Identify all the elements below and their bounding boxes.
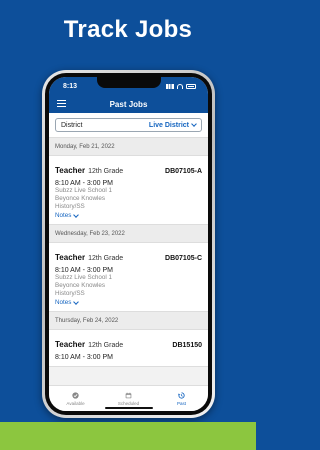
app-header: Past Jobs [49, 95, 208, 113]
chevron-down-icon [73, 211, 80, 218]
footer-band [0, 422, 256, 450]
bottom-nav: Available Scheduled Past [49, 385, 208, 411]
job-person: Beyonce Knowles [55, 195, 106, 202]
notes-toggle[interactable]: Notes [55, 298, 202, 306]
filter-row: District Live District [49, 113, 208, 138]
check-circle-icon [72, 391, 79, 399]
date-header: Monday, Feb 21, 2022 [49, 138, 208, 156]
job-card[interactable]: Teacher 12th Grade DB15150 8:10 AM - 3:00… [49, 330, 208, 367]
district-value-text: Live District [148, 121, 189, 129]
district-label: District [61, 121, 83, 129]
page-title: Past Jobs [109, 99, 148, 109]
job-id: DB07105-C [165, 255, 202, 262]
nav-past[interactable]: Past [162, 391, 202, 406]
job-time: 8:10 AM - 3:00 PM [55, 267, 113, 274]
district-value: Live District [148, 121, 197, 129]
job-grade: 12th Grade [88, 255, 124, 262]
battery-icon [186, 83, 196, 89]
wifi-icon [177, 83, 183, 89]
signal-icon [166, 83, 174, 89]
home-indicator [104, 407, 153, 409]
notes-label: Notes [55, 299, 72, 306]
job-card[interactable]: Teacher 12th Grade DB07105-A 8:10 AM - 3:… [49, 156, 208, 225]
headline: Track Jobs [63, 16, 193, 43]
job-subject: History/SS [55, 290, 85, 297]
job-title: Teacher [55, 166, 86, 175]
nav-available[interactable]: Available [56, 391, 96, 406]
phone-screen: 8:13 Past Jobs District Live District Mo… [49, 77, 208, 411]
date-header: Wednesday, Feb 23, 2022 [49, 225, 208, 243]
job-id: DB07105-A [165, 168, 202, 175]
job-person: Beyonce Knowles [55, 282, 106, 289]
job-id: DB15150 [172, 342, 202, 349]
job-time: 8:10 AM - 3:00 PM [55, 180, 113, 187]
job-school: Subzz Live School 1 [55, 187, 113, 194]
job-grade: 12th Grade [88, 168, 124, 175]
nav-label: Available [66, 400, 85, 406]
date-header: Thursday, Feb 24, 2022 [49, 312, 208, 330]
notes-label: Notes [55, 212, 72, 219]
calendar-icon [125, 392, 132, 398]
notes-toggle[interactable]: Notes [55, 211, 202, 219]
chevron-down-icon [73, 298, 80, 305]
job-title: Teacher [55, 340, 86, 349]
status-time: 8:13 [63, 82, 78, 90]
job-title: Teacher [55, 253, 86, 262]
district-select[interactable]: District Live District [55, 118, 202, 132]
job-grade: 12th Grade [88, 342, 124, 349]
job-school: Subzz Live School 1 [55, 274, 113, 281]
phone-notch [96, 77, 161, 88]
nav-label: Scheduled [117, 400, 140, 406]
chevron-down-icon [191, 121, 197, 127]
nav-scheduled[interactable]: Scheduled [109, 392, 149, 406]
job-card[interactable]: Teacher 12th Grade DB07105-C 8:10 AM - 3:… [49, 243, 208, 312]
nav-label: Past [176, 400, 186, 406]
status-icons [166, 83, 196, 89]
history-icon [178, 391, 185, 399]
menu-icon[interactable] [57, 100, 66, 107]
phone-frame: 8:13 Past Jobs District Live District Mo… [42, 70, 215, 418]
job-subject: History/SS [55, 203, 85, 210]
job-time: 8:10 AM - 3:00 PM [55, 354, 113, 361]
